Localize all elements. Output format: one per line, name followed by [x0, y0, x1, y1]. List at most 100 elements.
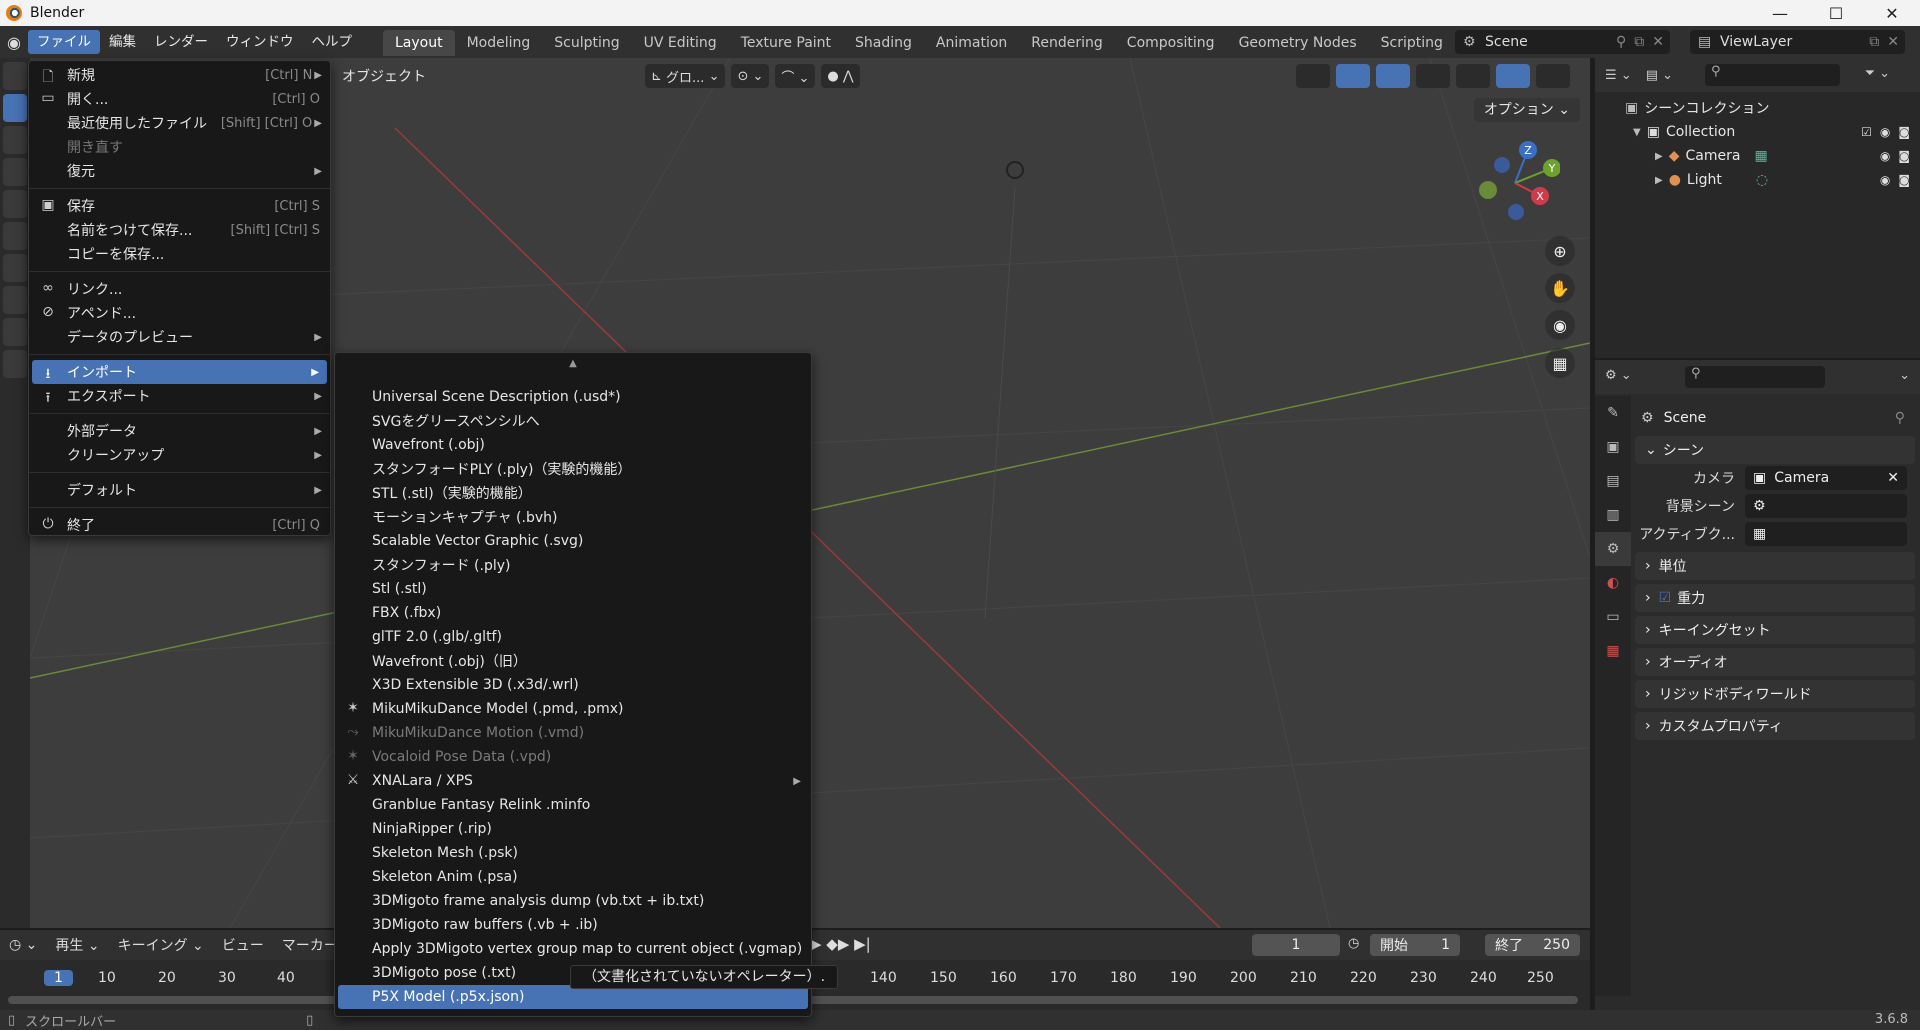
clock-icon[interactable]: ◷: [1348, 936, 1359, 951]
blender-menu-icon[interactable]: ◉: [0, 28, 28, 56]
outliner-row-collection[interactable]: ▼ ▣ Collection ☑ ◉ ◙: [1595, 120, 1920, 144]
file-menu-item[interactable]: ∞ リンク...: [29, 277, 330, 301]
navigation-gizmo[interactable]: Z Y X: [1470, 138, 1560, 228]
import-menu-item[interactable]: Stl (.stl): [335, 577, 811, 601]
import-menu-item[interactable]: Scalable Vector Graphic (.svg): [335, 529, 811, 553]
shading-wireframe-icon[interactable]: [1456, 64, 1490, 88]
ortho-grid-icon[interactable]: ▦: [1545, 348, 1575, 378]
panel-scene[interactable]: ⌄ シーン: [1635, 436, 1915, 464]
checkbox-icon[interactable]: ☑: [1659, 590, 1672, 606]
file-menu-item[interactable]: ⏻ 終了 [Ctrl] Q: [29, 513, 330, 537]
tab-rendering[interactable]: Rendering: [1019, 30, 1115, 56]
file-menu-item[interactable]: コピーを保存...: [29, 242, 330, 266]
panel-3[interactable]: › オーディオ: [1635, 648, 1915, 676]
import-menu-item[interactable]: ⚔ XNALara / XPS ▶: [335, 769, 811, 793]
close-icon[interactable]: ✕: [1652, 34, 1664, 50]
tab-scripting[interactable]: Scripting: [1369, 30, 1455, 56]
import-menu-item[interactable]: Wavefront (.obj): [335, 433, 811, 457]
editor-type-icon[interactable]: ⚙ ⌄: [1605, 368, 1632, 383]
file-menu-item[interactable]: 名前をつけて保存... [Shift] [Ctrl] S: [29, 218, 330, 242]
editor-type-icon[interactable]: ◷ ⌄: [0, 937, 46, 953]
pin-icon[interactable]: ⚲: [1616, 34, 1626, 50]
current-frame-field[interactable]: 1: [1252, 934, 1340, 956]
panel-4[interactable]: › リジッドボディワールド: [1635, 680, 1915, 708]
menu-render[interactable]: レンダー: [145, 30, 217, 54]
start-frame-field[interactable]: 開始 1: [1370, 934, 1460, 956]
import-menu-item[interactable]: モーションキャプチャ (.bvh): [335, 505, 811, 529]
file-menu-item[interactable]: 復元 ▶: [29, 159, 330, 183]
pan-hand-icon[interactable]: ✋: [1545, 273, 1575, 303]
file-menu-item[interactable]: ⭱ エクスポート ▶: [29, 384, 330, 408]
gizmo-toggle-icon[interactable]: [1336, 64, 1370, 88]
tool-tab-icon[interactable]: ✎: [1595, 396, 1631, 430]
zoom-icon[interactable]: ⊕: [1545, 236, 1575, 266]
tool-add-icon[interactable]: [3, 350, 27, 378]
import-menu-item[interactable]: スタンフォード (.ply): [335, 553, 811, 577]
outliner-row-camera[interactable]: ▶ ◆ Camera ▦ ◉ ◙: [1595, 144, 1920, 168]
import-menu-item[interactable]: Skeleton Mesh (.psk): [335, 841, 811, 865]
object-mode-label[interactable]: オブジェクト: [342, 66, 426, 86]
tool-rotate-icon[interactable]: [3, 190, 27, 218]
close-icon[interactable]: ✕: [1887, 34, 1899, 50]
expand-chevron-icon[interactable]: ▶: [1655, 151, 1663, 162]
outliner-search-input[interactable]: ⚲: [1705, 64, 1840, 86]
tab-uv-editing[interactable]: UV Editing: [632, 30, 729, 56]
checkbox-icon[interactable]: ☑: [1861, 125, 1872, 139]
pin-icon[interactable]: ⚲: [1895, 410, 1915, 426]
timeline-menu-playback[interactable]: 再生 ⌄: [46, 935, 108, 955]
active-clip-field[interactable]: ▦: [1745, 522, 1907, 546]
close-button[interactable]: ✕: [1864, 0, 1920, 26]
tool-select-icon[interactable]: [3, 62, 27, 90]
tab-sculpting[interactable]: Sculpting: [542, 30, 631, 56]
camera-data-icon[interactable]: ▦: [1754, 148, 1767, 164]
overlay-toggle-icon[interactable]: [1376, 64, 1410, 88]
outliner-row-light[interactable]: ▶ ● Light ◌ ◉ ◙: [1595, 168, 1920, 192]
menu-file[interactable]: ファイル: [28, 30, 100, 54]
camera-render-icon[interactable]: ◙: [1898, 149, 1910, 163]
scene-tab-icon[interactable]: ⚙: [1595, 532, 1631, 566]
clear-icon[interactable]: ✕: [1887, 470, 1907, 486]
import-menu-item[interactable]: Wavefront (.obj)（旧）: [335, 649, 811, 673]
tool-move-icon[interactable]: [3, 158, 27, 186]
file-menu-item[interactable]: ⊘ アペンド...: [29, 301, 330, 325]
tool-measure-icon[interactable]: [3, 318, 27, 346]
menu-help[interactable]: ヘルプ: [303, 30, 362, 54]
render-tab-icon[interactable]: ▣: [1595, 430, 1631, 464]
chevron-down-icon[interactable]: ⌄: [1899, 368, 1910, 383]
panel-5[interactable]: › カスタムプロパティ: [1635, 712, 1915, 740]
properties-search-input[interactable]: ⚲: [1685, 366, 1825, 388]
tool-annotate-icon[interactable]: [3, 286, 27, 314]
expand-chevron-icon[interactable]: ▼: [1633, 127, 1641, 138]
import-menu-item[interactable]: SVGをグリースペンシルへ: [335, 409, 811, 433]
file-menu-item[interactable]: ▣ 保存 [Ctrl] S: [29, 194, 330, 218]
import-menu-item[interactable]: STL (.stl)（実験的機能）: [335, 481, 811, 505]
expand-chevron-icon[interactable]: ▶: [1655, 175, 1663, 186]
scene-selector[interactable]: ⚙ Scene ⚲ ⧉ ✕: [1455, 30, 1670, 54]
menu-window[interactable]: ウィンドウ: [217, 30, 303, 54]
output-tab-icon[interactable]: ▤: [1595, 464, 1631, 498]
camera-field[interactable]: ▣ Camera ✕: [1745, 466, 1907, 490]
transform-orientation-dropdown[interactable]: ⊾ グロ... ⌄: [645, 64, 726, 88]
file-menu-item[interactable]: 🗋 新規 [Ctrl] N ▶: [29, 63, 330, 87]
copy-icon[interactable]: ⧉: [1634, 34, 1644, 50]
camera-render-icon[interactable]: ◙: [1898, 125, 1910, 139]
file-menu-item[interactable]: クリーンアップ ▶: [29, 443, 330, 467]
end-frame-field[interactable]: 終了 250: [1485, 934, 1580, 956]
eye-icon[interactable]: ◉: [1880, 149, 1890, 163]
snap-toggle[interactable]: ⌒ ⌄: [775, 64, 816, 88]
copy-icon[interactable]: ⧉: [1869, 34, 1879, 50]
view-layer-tab-icon[interactable]: ▥: [1595, 498, 1631, 532]
import-menu-item[interactable]: Skeleton Anim (.psa): [335, 865, 811, 889]
tab-shading[interactable]: Shading: [843, 30, 924, 56]
outliner-scene-collection[interactable]: ▣ シーンコレクション: [1595, 96, 1920, 120]
display-mode-icon[interactable]: ▤ ⌄: [1646, 68, 1673, 83]
shading-solid-icon[interactable]: [1496, 64, 1530, 88]
file-menu-item[interactable]: デフォルト ▶: [29, 478, 330, 502]
texture-tab-icon[interactable]: ▦: [1595, 634, 1631, 668]
world-tab-icon[interactable]: ◐: [1595, 566, 1631, 600]
panel-2[interactable]: › キーイングセット: [1635, 616, 1915, 644]
eye-icon[interactable]: ◉: [1880, 173, 1890, 187]
eye-icon[interactable]: ◉: [1880, 125, 1890, 139]
editor-type-icon[interactable]: ☰ ⌄: [1605, 68, 1632, 83]
filter-icon[interactable]: ⏷ ⌄: [1865, 66, 1890, 81]
